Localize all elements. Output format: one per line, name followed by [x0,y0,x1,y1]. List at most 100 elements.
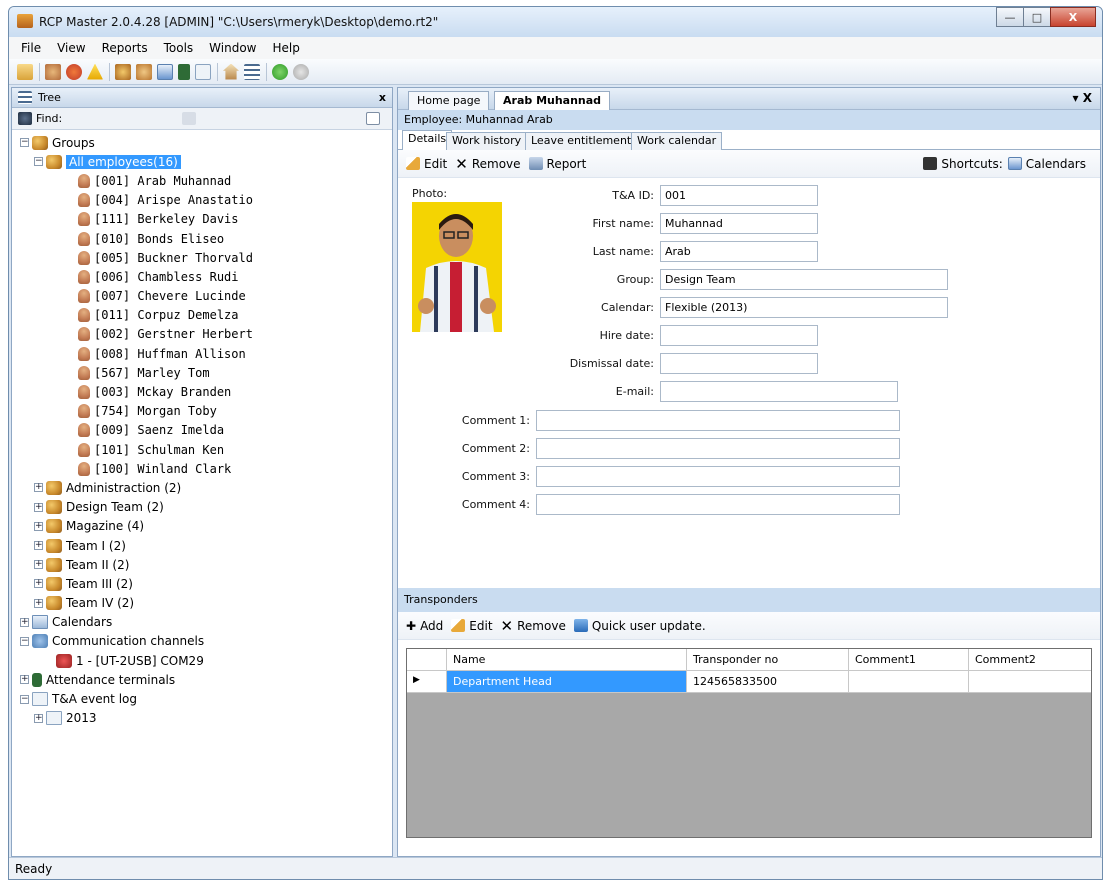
tab-leave-entitlements[interactable]: Leave entitlements [525,132,643,150]
employee-icon[interactable] [136,63,152,80]
tree-node-employee[interactable]: [002] Gerstner Herbert [12,325,392,344]
tree-node-subgroup[interactable]: + Team III (2) [12,574,392,593]
tree-node-employee[interactable]: [001] Arab Muhannad [12,171,392,190]
users-icon[interactable] [45,63,61,80]
tree-node-employee[interactable]: [009] Saenz Imelda [12,421,392,440]
collapse-icon[interactable]: − [20,138,29,148]
tree-node-employee[interactable]: [011] Corpuz Demelza [12,306,392,325]
tree-node-subgroup[interactable]: + Design Team (2) [12,498,392,517]
groups-icon[interactable] [115,63,131,80]
tab-work-calendar[interactable]: Work calendar [631,132,723,150]
cell-comment2[interactable] [969,671,1091,693]
quick-user-update-button[interactable]: Quick user update. [573,619,706,633]
open-icon[interactable] [17,63,33,80]
collapse-icon[interactable]: − [20,694,29,704]
remove-transponder-button[interactable]: ✕ Remove [501,617,566,635]
column-comment2[interactable]: Comment2 [969,649,1091,671]
first-name-field[interactable]: Muhannad [660,213,818,234]
tree-node-employee[interactable]: [004] Arispe Anastatio [12,191,392,210]
collapse-icon[interactable]: − [20,636,29,646]
tree-node-employee[interactable]: [006] Chambless Rudi [12,267,392,286]
menu-window[interactable]: Window [201,41,264,55]
stop-icon[interactable] [66,63,82,80]
find-next-icon[interactable] [182,112,196,125]
edit-button[interactable]: Edit [406,157,447,171]
tree-node-channel[interactable]: 1 - [UT-2USB] COM29 [12,651,392,670]
menu-view[interactable]: View [49,41,93,55]
expand-icon[interactable]: + [34,598,43,608]
tab-details[interactable]: Details [402,130,453,150]
email-field[interactable] [660,381,898,402]
column-transponder-no[interactable]: Transponder no [687,649,849,671]
tree-node-subgroup[interactable]: + Magazine (4) [12,517,392,536]
expand-icon[interactable]: + [34,579,43,589]
close-button[interactable]: X [1050,7,1096,27]
comment1-field[interactable] [536,410,900,431]
tree-node-subgroup[interactable]: + Team I (2) [12,536,392,555]
tree-node-employee[interactable]: [010] Bonds Eliseo [12,229,392,248]
menu-file[interactable]: File [13,41,49,55]
tree-node-communication[interactable]: − Communication channels [12,632,392,651]
comment3-field[interactable] [536,466,900,487]
tree-node-terminals[interactable]: + Attendance terminals [12,670,392,689]
minimize-button[interactable]: — [996,7,1024,27]
column-name[interactable]: Name [447,649,687,671]
report-button[interactable]: Report [528,157,586,171]
cell-name[interactable]: Department Head [447,671,687,693]
calendar-icon[interactable] [157,63,173,80]
expand-icon[interactable]: + [34,483,43,493]
last-name-field[interactable]: Arab [660,241,818,262]
tree-node-subgroup[interactable]: + Team IV (2) [12,594,392,613]
column-comment1[interactable]: Comment1 [849,649,969,671]
terminal-icon[interactable] [178,63,190,80]
comment4-field[interactable] [536,494,900,515]
back-icon[interactable] [293,63,309,80]
comment2-field[interactable] [536,438,900,459]
tab-work-history[interactable]: Work history [446,132,528,150]
tree-node-employee[interactable]: [754] Morgan Toby [12,402,392,421]
tree-node-eventlog[interactable]: − T&A event log [12,689,392,708]
collapse-icon[interactable]: − [34,157,43,167]
tree-node-employee[interactable]: [567] Marley Tom [12,363,392,382]
tab-home-page[interactable]: Home page [408,91,490,110]
edit-transponder-button[interactable]: Edit [451,619,493,633]
tab-employee[interactable]: Arab Muhannad [494,91,611,110]
expand-icon[interactable]: + [34,560,43,570]
tree-node-employee[interactable]: [100] Winland Clark [12,459,392,478]
maximize-button[interactable]: □ [1023,7,1051,27]
cell-transponder-no[interactable]: 124565833500 [687,671,849,693]
forward-icon[interactable] [272,63,288,80]
expand-icon[interactable]: + [34,521,43,531]
document-window-controls[interactable]: ▾ X [1073,91,1092,105]
hire-date-field[interactable] [660,325,818,346]
log-icon[interactable] [195,63,211,80]
tree-node-calendars[interactable]: + Calendars [12,613,392,632]
tree-node-subgroup[interactable]: + Administraction (2) [12,478,392,497]
group-field[interactable]: Design Team [660,269,948,290]
remove-button[interactable]: ✕ Remove [455,155,520,173]
tree-node-employee[interactable]: [007] Chevere Lucinde [12,287,392,306]
tree-node-employee[interactable]: [101] Schulman Ken [12,440,392,459]
cell-comment1[interactable] [849,671,969,693]
menu-help[interactable]: Help [265,41,308,55]
expand-icon[interactable]: + [34,541,43,551]
menu-tools[interactable]: Tools [156,41,202,55]
tree-icon[interactable] [244,63,260,80]
expand-icon[interactable]: + [34,502,43,512]
expand-icon[interactable]: + [20,675,29,685]
find-clear-icon[interactable] [366,112,380,125]
tree-node-employee[interactable]: [003] Mckay Branden [12,382,392,401]
tree-node-employee[interactable]: [008] Huffman Allison [12,344,392,363]
table-row[interactable]: ▶ Department Head 124565833500 [407,671,1091,693]
calendar-field[interactable]: Flexible (2013) [660,297,948,318]
tree-node-year[interactable]: + 2013 [12,709,392,728]
dismissal-date-field[interactable] [660,353,818,374]
menu-reports[interactable]: Reports [94,41,156,55]
tree-node-all-employees[interactable]: − All employees(16) [12,152,392,171]
tree-node-employee[interactable]: [005] Buckner Thorvald [12,248,392,267]
expand-icon[interactable]: + [34,713,43,723]
tree-panel-close-button[interactable]: x [379,91,386,104]
add-transponder-button[interactable]: ✚ Add [406,619,443,633]
warning-icon[interactable] [87,63,103,80]
calendars-shortcut-link[interactable]: Calendars [1026,157,1086,171]
